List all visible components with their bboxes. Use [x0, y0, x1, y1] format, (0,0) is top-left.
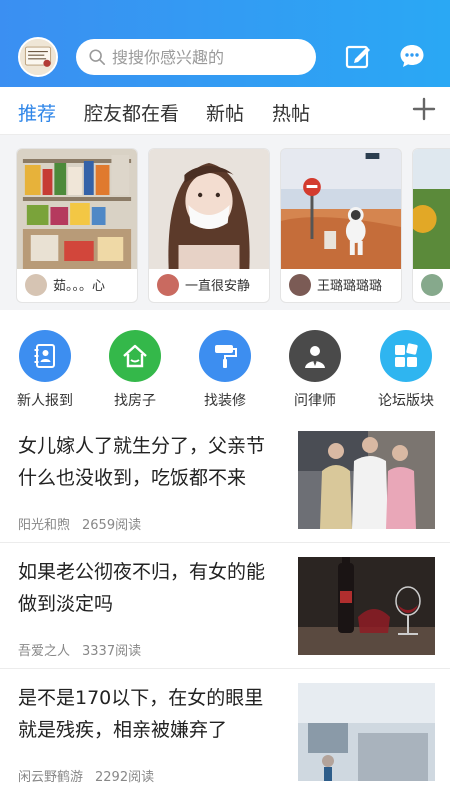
post-title: 如果老公彻夜不归，有女的能做到淡定吗 [18, 561, 266, 615]
lawyer-circle [289, 330, 341, 382]
post-item[interactable]: 如果老公彻夜不归，有女的能做到淡定吗 吾爱之人 3337阅读 [0, 544, 450, 669]
edit-icon [345, 45, 370, 69]
post-thumbnail [298, 431, 435, 529]
story-card[interactable]: 一直很安静 [148, 148, 270, 303]
quick-find-house[interactable]: 找房子 [95, 330, 175, 410]
post-title: 是不是170以下，在女的眼里就是残疾，相亲被嫌弃了 [18, 687, 264, 741]
category-tabs: 推荐 腔友都在看 新帖 热帖 [0, 87, 450, 135]
post-item[interactable]: 女儿嫁人了就生分了，父亲节什么也没收到，吃饭都不来 阳光和煦 2659阅读 [0, 418, 450, 543]
post-meta: 吾爱之人 3337阅读 [18, 640, 141, 659]
story-avatar [289, 273, 311, 296]
quick-label: 找房子 [114, 393, 156, 409]
tab-hot-posts[interactable]: 热帖 [272, 99, 310, 126]
messages-button[interactable] [398, 42, 426, 70]
post-title: 女儿嫁人了就生分了，父亲节什么也没收到，吃饭都不来 [18, 435, 266, 489]
post-meta: 闲云野鹤游 2292阅读 [18, 766, 154, 785]
story-footer: 一直很安静 [149, 267, 269, 302]
quick-label: 问律师 [294, 393, 336, 409]
post-thumbnail [298, 683, 435, 781]
post-image [298, 431, 435, 529]
post-reads: 2659阅读 [82, 518, 142, 533]
story-username: 一直很安静 [185, 279, 251, 294]
story-username: 茹。。。心 [53, 279, 106, 294]
post-image [298, 683, 435, 781]
story-avatar [157, 273, 179, 296]
post-author: 闲云野鹤游 [18, 770, 84, 785]
story-footer [413, 267, 450, 302]
app-header [0, 0, 450, 87]
tab-friends-watching[interactable]: 腔友都在看 [84, 99, 179, 126]
post-reads: 3337阅读 [82, 644, 142, 659]
search-input[interactable] [112, 47, 302, 67]
search-icon [89, 49, 106, 66]
story-avatar [25, 273, 47, 296]
story-username: 王璐璐璐璐 [317, 279, 383, 294]
story-image [149, 149, 269, 269]
quick-entries: 新人报到 找房子 找装修 问律师 论坛版块 [0, 320, 450, 415]
quick-forum-sections[interactable]: 论坛版块 [366, 330, 446, 410]
post-image [298, 557, 435, 655]
renovation-circle [199, 330, 251, 382]
quick-newcomer[interactable]: 新人报到 [5, 330, 85, 410]
story-footer: 茹。。。心 [17, 267, 137, 302]
add-tab-icon[interactable] [410, 95, 438, 123]
post-author: 吾爱之人 [18, 644, 71, 659]
paint-roller-icon [215, 345, 237, 368]
grid-blocks-icon [395, 343, 418, 367]
house-circle [109, 330, 161, 382]
post-item[interactable]: 是不是170以下，在女的眼里就是残疾，相亲被嫌弃了 闲云野鹤游 2292阅读 [0, 670, 450, 795]
stories-carousel: 茹。。。心 一直很安静 王璐璐璐璐 [0, 135, 450, 310]
newcomer-circle [19, 330, 71, 382]
tab-recommend[interactable]: 推荐 [18, 99, 56, 126]
compose-button[interactable] [344, 42, 372, 70]
post-meta: 阳光和煦 2659阅读 [18, 514, 141, 533]
tab-new-posts[interactable]: 新帖 [206, 99, 244, 126]
post-author: 阳光和煦 [18, 518, 71, 533]
quick-ask-lawyer[interactable]: 问律师 [275, 330, 355, 410]
forum-circle [380, 330, 432, 382]
post-thumbnail [298, 557, 435, 655]
story-card[interactable] [412, 148, 450, 303]
quick-find-renovation[interactable]: 找装修 [185, 330, 265, 410]
quick-label: 找装修 [204, 393, 246, 409]
chat-bubble-icon [400, 45, 424, 67]
story-card[interactable]: 茹。。。心 [16, 148, 138, 303]
quick-label: 新人报到 [17, 393, 73, 409]
story-image [413, 149, 450, 269]
story-image [17, 149, 137, 269]
story-footer: 王璐璐璐璐 [281, 267, 401, 302]
search-bar[interactable] [76, 39, 316, 75]
quick-label: 论坛版块 [378, 393, 434, 409]
user-avatar[interactable] [18, 37, 58, 77]
post-reads: 2292阅读 [95, 770, 155, 785]
story-image [281, 149, 401, 269]
story-card[interactable]: 王璐璐璐璐 [280, 148, 402, 303]
story-avatar [421, 273, 443, 296]
lawyer-icon [305, 346, 325, 368]
address-book-icon [34, 344, 55, 368]
avatar-image [20, 39, 56, 75]
house-icon [123, 344, 147, 368]
